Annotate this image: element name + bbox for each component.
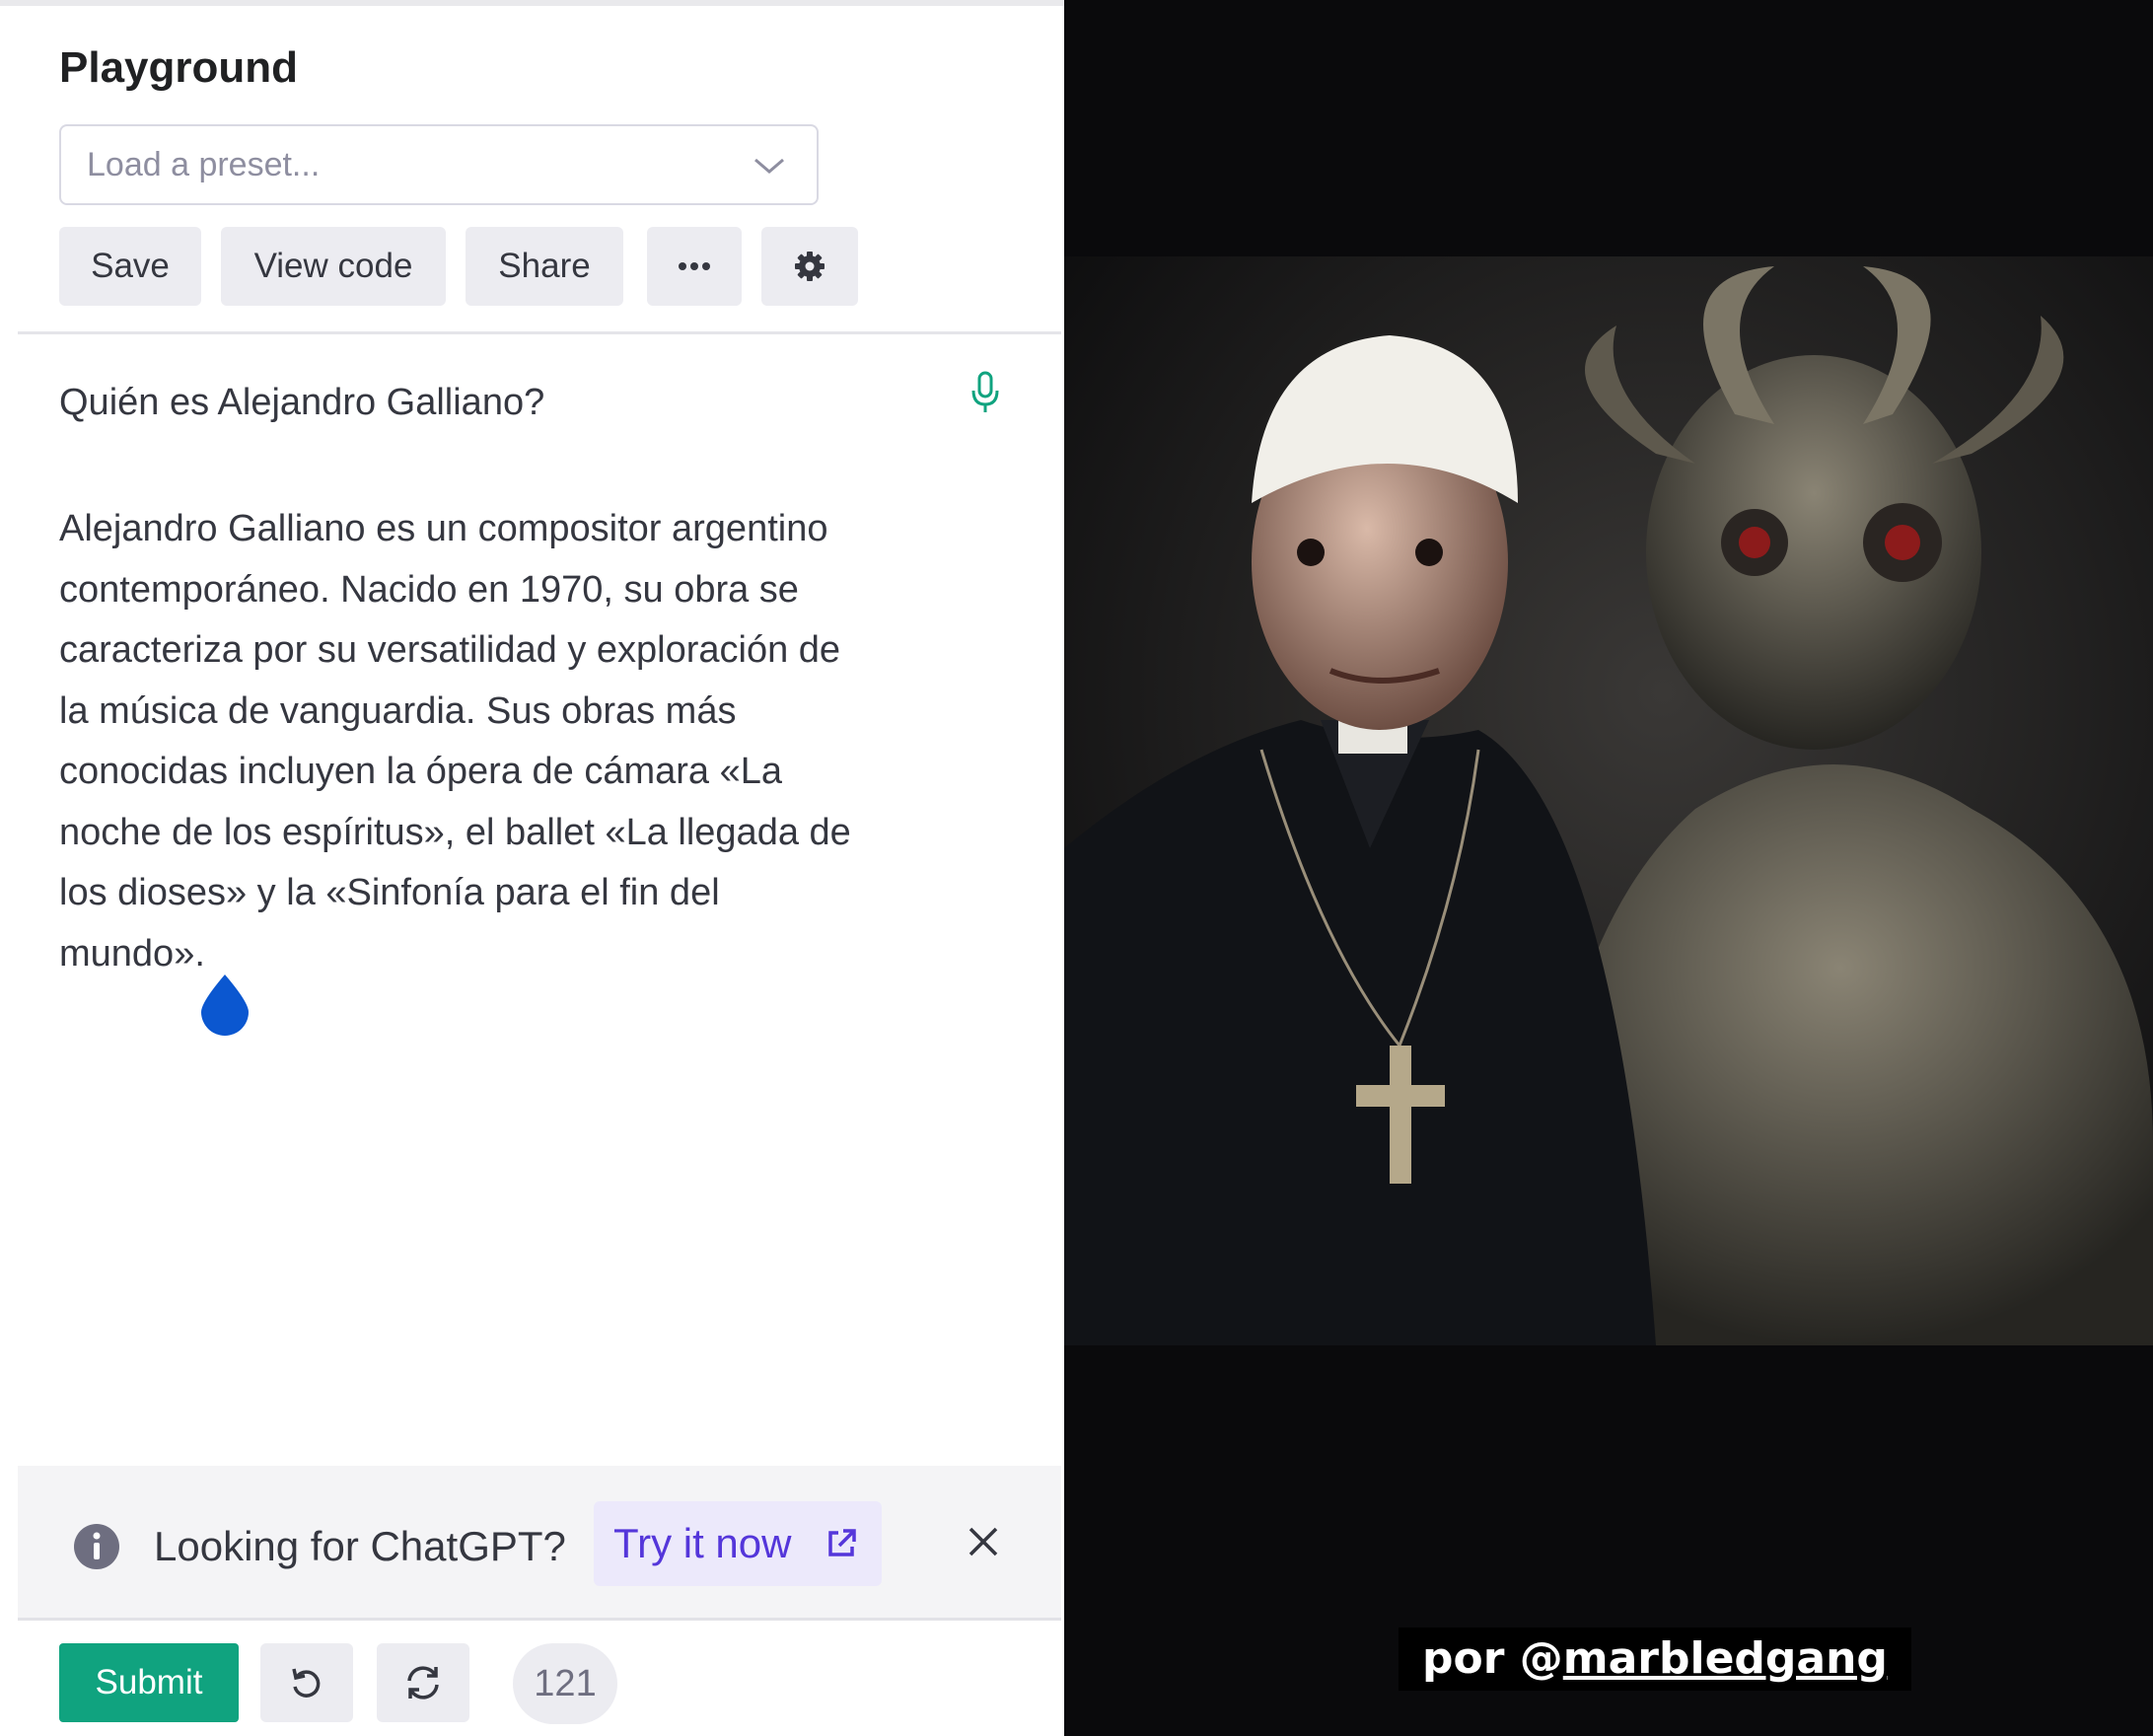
completion-text[interactable]: Alejandro Galliano es un compositor arge… — [59, 499, 967, 984]
preset-select[interactable]: Load a preset... — [59, 124, 819, 205]
ellipsis-icon — [679, 262, 710, 270]
share-button[interactable]: Share — [466, 227, 623, 306]
try-it-now-label: Try it now — [613, 1520, 792, 1566]
completion-line: noche de los espíritus», el ballet «La l… — [59, 811, 851, 853]
info-icon — [74, 1524, 119, 1569]
completion-line: conocidas incluyen la ópera de cámara «L… — [59, 751, 783, 792]
chatgpt-banner: Looking for ChatGPT? Try it now — [18, 1466, 1061, 1618]
completion-line: caracteriza por su versatilidad y explor… — [59, 629, 841, 671]
save-button[interactable]: Save — [59, 227, 201, 306]
external-link-icon — [828, 1529, 856, 1556]
gear-icon — [795, 252, 825, 281]
completion-line: la música de vanguardia. Sus obras más — [59, 689, 737, 732]
chevron-down-icon — [754, 158, 784, 174]
prompt-text[interactable]: Quién es Alejandro Galliano? — [59, 377, 947, 428]
token-count: 121 — [513, 1643, 617, 1724]
header-divider — [18, 331, 1061, 334]
completion-line: contemporáneo. Nacido en 1970, su obra s… — [59, 568, 799, 611]
completion-line: Alejandro Galliano es un compositor arge… — [59, 508, 828, 549]
text-cursor-handle-icon[interactable] — [197, 973, 252, 1038]
submit-button[interactable]: Submit — [59, 1643, 239, 1722]
banner-text: Looking for ChatGPT? — [154, 1523, 566, 1569]
regenerate-button[interactable] — [377, 1643, 469, 1722]
refresh-icon — [407, 1666, 439, 1700]
completion-line: los dioses» y la «Sinfonía para el fin d… — [59, 872, 720, 913]
caption-prefix: por @ — [1422, 1633, 1563, 1684]
view-code-button[interactable]: View code — [221, 227, 446, 306]
undo-icon — [292, 1668, 321, 1698]
artwork-panel — [1064, 0, 2153, 1736]
pope-and-demon-image — [1064, 256, 2153, 1345]
settings-button[interactable] — [761, 227, 858, 306]
preset-placeholder: Load a preset... — [87, 146, 321, 183]
page-title: Playground — [59, 43, 299, 92]
try-it-now-link[interactable]: Try it now — [594, 1501, 882, 1586]
microphone-icon[interactable] — [969, 371, 1002, 414]
more-button[interactable] — [647, 227, 742, 306]
playground-panel: Playground Load a preset... Save View co… — [0, 0, 1064, 1736]
completion-line: mundo». — [59, 932, 205, 975]
author-handle-link[interactable]: marbledgang — [1563, 1633, 1888, 1684]
close-icon[interactable] — [967, 1525, 1000, 1558]
footer-divider — [18, 1618, 1061, 1621]
credit-caption: por @marbledgang — [1399, 1628, 1911, 1691]
top-strip — [0, 0, 1064, 6]
undo-button[interactable] — [260, 1643, 353, 1722]
